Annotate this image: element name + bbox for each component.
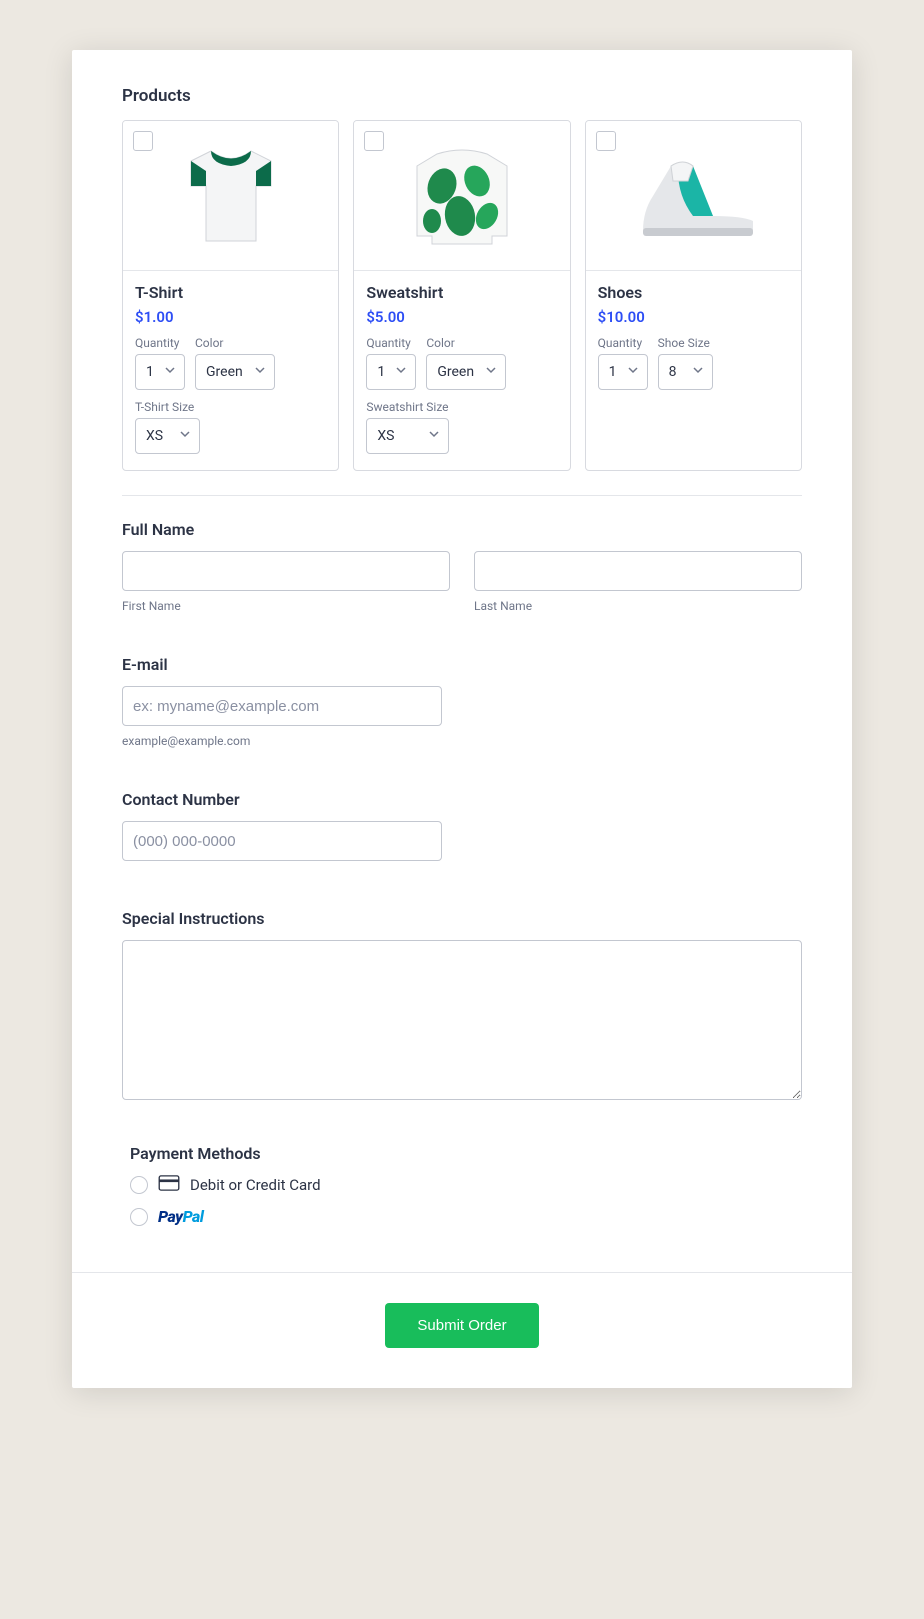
quantity-select[interactable]: 1 <box>598 354 648 390</box>
product-checkbox[interactable] <box>133 131 153 151</box>
quantity-select[interactable]: 1 <box>135 354 185 390</box>
payment-option-paypal[interactable]: PayPal <box>130 1207 802 1226</box>
payment-option-card[interactable]: Debit or Credit Card <box>130 1175 802 1195</box>
last-name-input[interactable] <box>474 551 802 591</box>
size-select[interactable]: XS <box>135 418 200 454</box>
quantity-select[interactable]: 1 <box>366 354 416 390</box>
product-checkbox[interactable] <box>596 131 616 151</box>
contact-input[interactable] <box>122 821 442 861</box>
product-image <box>586 121 801 271</box>
size-value: XS <box>146 428 163 444</box>
radio-card[interactable] <box>130 1176 148 1194</box>
quantity-value: 1 <box>609 364 617 380</box>
product-name: Sweatshirt <box>366 283 557 302</box>
product-card-tshirt: T-Shirt $1.00 Quantity 1 Color <box>122 120 339 471</box>
quantity-label: Quantity <box>598 336 648 350</box>
color-label: Color <box>426 336 506 350</box>
size-label: Sweatshirt Size <box>366 400 448 414</box>
full-name-label: Full Name <box>122 520 802 539</box>
product-image <box>123 121 338 271</box>
submit-order-button[interactable]: Submit Order <box>385 1303 538 1348</box>
products-heading: Products <box>122 86 802 106</box>
instructions-label: Special Instructions <box>122 909 802 928</box>
radio-paypal[interactable] <box>130 1208 148 1226</box>
contact-label: Contact Number <box>122 790 802 809</box>
color-value: Green <box>437 364 474 380</box>
chevron-down-icon <box>164 364 176 380</box>
quantity-label: Quantity <box>366 336 416 350</box>
payment-card-label: Debit or Credit Card <box>190 1176 321 1194</box>
first-name-input[interactable] <box>122 551 450 591</box>
order-form: Products T-Shirt $1.00 <box>72 50 852 1388</box>
chevron-down-icon <box>428 428 440 444</box>
shoe-size-value: 8 <box>669 364 677 380</box>
email-sublabel: example@example.com <box>122 734 802 748</box>
tshirt-icon <box>161 136 301 256</box>
instructions-textarea[interactable] <box>122 940 802 1100</box>
sweatshirt-icon <box>392 136 532 256</box>
chevron-down-icon <box>395 364 407 380</box>
email-label: E-mail <box>122 655 802 674</box>
shoe-icon <box>623 136 763 256</box>
size-value: XS <box>377 428 394 444</box>
product-price: $1.00 <box>135 308 326 326</box>
product-checkbox[interactable] <box>364 131 384 151</box>
last-name-sublabel: Last Name <box>474 599 802 613</box>
product-name: T-Shirt <box>135 283 326 302</box>
chevron-down-icon <box>627 364 639 380</box>
size-label: T-Shirt Size <box>135 400 200 414</box>
chevron-down-icon <box>485 364 497 380</box>
chevron-down-icon <box>692 364 704 380</box>
shoe-size-label: Shoe Size <box>658 336 713 350</box>
product-card-sweatshirt: Sweatshirt $5.00 Quantity 1 Color <box>353 120 570 471</box>
product-card-shoes: Shoes $10.00 Quantity 1 Shoe Size <box>585 120 802 471</box>
chevron-down-icon <box>179 428 191 444</box>
product-price: $5.00 <box>366 308 557 326</box>
products-row: T-Shirt $1.00 Quantity 1 Color <box>122 120 802 471</box>
size-select[interactable]: XS <box>366 418 448 454</box>
email-input[interactable] <box>122 686 442 726</box>
paypal-icon: PayPal <box>158 1207 204 1226</box>
divider <box>122 495 802 496</box>
quantity-value: 1 <box>377 364 385 380</box>
color-select[interactable]: Green <box>195 354 275 390</box>
product-name: Shoes <box>598 283 789 302</box>
quantity-label: Quantity <box>135 336 185 350</box>
product-image <box>354 121 569 271</box>
color-label: Color <box>195 336 275 350</box>
credit-card-icon <box>158 1175 180 1195</box>
first-name-sublabel: First Name <box>122 599 450 613</box>
color-value: Green <box>206 364 243 380</box>
quantity-value: 1 <box>146 364 154 380</box>
payment-methods-label: Payment Methods <box>130 1144 802 1163</box>
shoe-size-select[interactable]: 8 <box>658 354 713 390</box>
chevron-down-icon <box>254 364 266 380</box>
color-select[interactable]: Green <box>426 354 506 390</box>
product-price: $10.00 <box>598 308 789 326</box>
